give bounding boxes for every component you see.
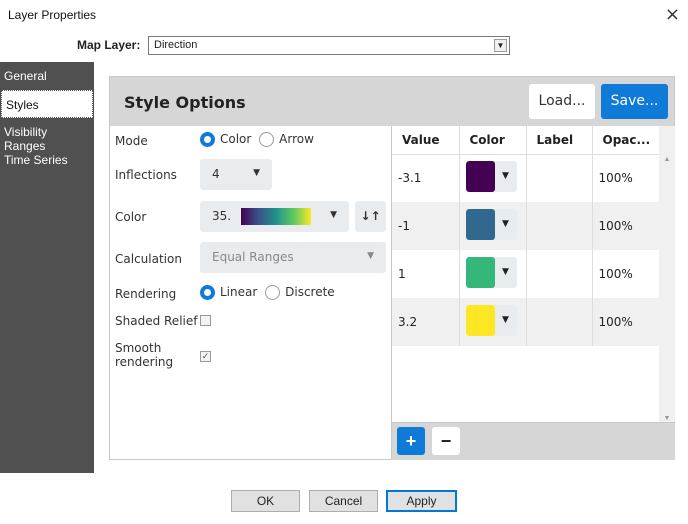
smooth-rendering-label-line1: Smooth	[115, 341, 162, 355]
value-cell[interactable]: -1	[392, 202, 460, 250]
label-cell[interactable]	[526, 202, 593, 250]
opacity-cell[interactable]: 100%	[592, 154, 660, 202]
calculation-value: Equal Ranges	[212, 250, 294, 264]
table-footer: + −	[392, 422, 675, 460]
color-swatch	[465, 257, 495, 288]
color-ramp-value: 35.	[212, 209, 232, 223]
window-title: Layer Properties	[8, 8, 97, 22]
inflections-label: Inflections	[115, 168, 177, 182]
opacity-cell[interactable]: 100%	[592, 202, 660, 250]
table-scrollbar[interactable]: ▲ ▼	[659, 126, 675, 422]
mode-arrow-radio[interactable]	[259, 132, 275, 147]
value-cell[interactable]: -3.1	[392, 154, 460, 202]
smooth-rendering-label: Smooth rendering	[115, 341, 173, 369]
inflection-table: Value Color Label Opac... -3.1 ▼ 100% -1 ▼ 10…	[392, 126, 660, 346]
map-layer-select[interactable]: Direction ▼	[148, 36, 510, 55]
rendering-discrete-radio[interactable]	[265, 285, 281, 300]
rendering-linear-radio[interactable]	[200, 285, 215, 300]
chevron-down-icon: ▼	[502, 219, 509, 229]
mode-color-label: Color	[220, 132, 252, 146]
value-cell[interactable]: 3.2	[392, 298, 460, 346]
inflections-value: 4	[212, 167, 220, 181]
column-header-label[interactable]: Label	[526, 126, 593, 155]
scroll-down-icon[interactable]: ▼	[659, 415, 675, 422]
smooth-rendering-label-line2: rendering	[115, 355, 174, 369]
chevron-down-icon: ▼	[502, 267, 509, 277]
color-cell: ▼	[459, 154, 527, 202]
opacity-cell[interactable]: 100%	[592, 298, 660, 346]
rendering-radio-group: Linear Discrete	[200, 285, 335, 300]
rendering-discrete-label: Discrete	[285, 285, 335, 299]
color-cell: ▼	[459, 298, 527, 346]
label-cell[interactable]	[526, 250, 593, 298]
color-swatch	[465, 161, 495, 193]
chevron-down-icon: ▼	[494, 39, 507, 52]
column-header-opacity[interactable]: Opac...	[592, 126, 660, 155]
color-picker[interactable]: ▼	[465, 257, 517, 288]
color-swatch	[465, 305, 495, 336]
remove-inflection-button[interactable]: −	[432, 427, 460, 455]
table-row[interactable]: 3.2 ▼ 100%	[392, 298, 660, 346]
style-settings: Mode Color Arrow Inflections 4 ▼ Color 3…	[110, 126, 392, 460]
mode-label: Mode	[115, 134, 148, 148]
mode-arrow-label: Arrow	[279, 132, 314, 146]
calculation-select[interactable]: Equal Ranges ▼	[200, 242, 386, 273]
color-cell: ▼	[459, 250, 527, 298]
sort-arrows-icon: ↓↑	[360, 209, 381, 223]
color-cell: ▼	[459, 202, 527, 250]
map-layer-label: Map Layer:	[77, 38, 141, 52]
label-cell[interactable]	[526, 154, 593, 202]
color-label: Color	[115, 210, 147, 224]
apply-button[interactable]: Apply	[386, 490, 457, 512]
mode-color-radio[interactable]	[200, 132, 215, 147]
shaded-relief-label: Shaded Relief	[115, 314, 198, 328]
inflection-table-area: Value Color Label Opac... -3.1 ▼ 100% -1 ▼ 10…	[392, 126, 675, 460]
close-icon[interactable]: ×	[665, 4, 680, 25]
color-swatch	[465, 209, 495, 240]
reverse-ramp-button[interactable]: ↓↑	[355, 201, 386, 232]
panel-title: Style Options	[124, 93, 246, 112]
value-cell[interactable]: 1	[392, 250, 460, 298]
cancel-button[interactable]: Cancel	[309, 490, 378, 512]
rendering-linear-label: Linear	[220, 285, 258, 299]
sidebar: General Styles Visibility Ranges Time Se…	[0, 62, 94, 473]
save-button[interactable]: Save...	[601, 84, 668, 119]
style-options-panel: Style Options Load... Save... Mode Color…	[109, 76, 675, 460]
column-header-value[interactable]: Value	[392, 126, 460, 155]
smooth-rendering-checkbox[interactable]: ✓	[200, 351, 211, 362]
table-row[interactable]: -3.1 ▼ 100%	[392, 154, 660, 202]
label-cell[interactable]	[526, 298, 593, 346]
color-picker[interactable]: ▼	[465, 305, 517, 336]
table-row[interactable]: -1 ▼ 100%	[392, 202, 660, 250]
table-row[interactable]: 1 ▼ 100%	[392, 250, 660, 298]
sidebar-item-general[interactable]: General	[0, 62, 94, 90]
mode-radio-group: Color Arrow	[200, 132, 314, 147]
panel-header: Style Options Load... Save...	[110, 77, 674, 126]
chevron-down-icon: ▼	[253, 168, 260, 178]
chevron-down-icon: ▼	[502, 315, 509, 325]
color-ramp-select[interactable]: 35. ▼	[200, 201, 349, 232]
calculation-label: Calculation	[115, 252, 182, 266]
chevron-down-icon: ▼	[502, 171, 509, 182]
rendering-label: Rendering	[115, 287, 177, 301]
opacity-cell[interactable]: 100%	[592, 250, 660, 298]
add-inflection-button[interactable]: +	[397, 427, 425, 455]
sidebar-item-styles[interactable]: Styles	[1, 90, 93, 118]
sidebar-item-visibility-ranges[interactable]: Visibility Ranges	[0, 118, 94, 153]
ok-button[interactable]: OK	[231, 490, 300, 512]
map-layer-value: Direction	[154, 39, 198, 51]
color-picker[interactable]: ▼	[465, 161, 517, 193]
inflections-select[interactable]: 4 ▼	[200, 159, 272, 190]
color-picker[interactable]: ▼	[465, 209, 517, 240]
scroll-up-icon[interactable]: ▲	[659, 156, 675, 163]
shaded-relief-checkbox[interactable]	[200, 315, 211, 326]
load-button[interactable]: Load...	[529, 84, 595, 119]
chevron-down-icon: ▼	[367, 251, 374, 261]
column-header-color[interactable]: Color	[459, 126, 527, 155]
chevron-down-icon: ▼	[330, 210, 337, 220]
color-ramp-preview	[241, 208, 311, 225]
